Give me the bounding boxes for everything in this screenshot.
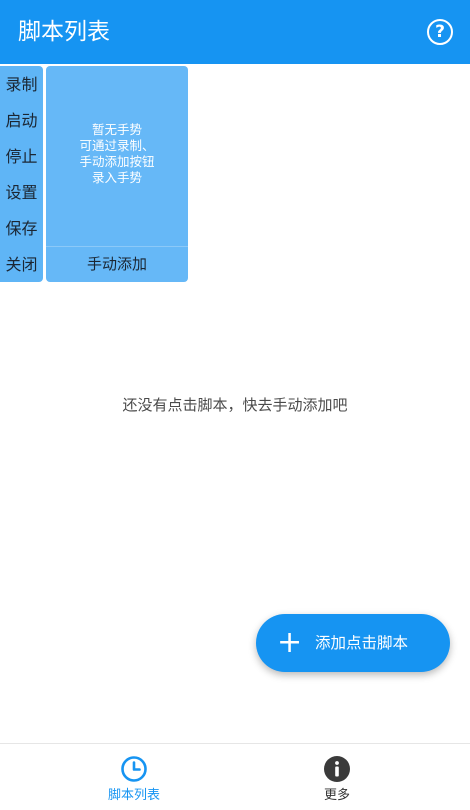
gesture-list-card: 暂无手势 可通过录制、 手动添加按钮 录入手势 手动添加 xyxy=(46,66,188,282)
add-click-script-button[interactable]: + 添加点击脚本 xyxy=(256,614,450,672)
info-icon xyxy=(324,756,350,782)
gesture-empty-message: 暂无手势 可通过录制、 手动添加按钮 录入手势 xyxy=(46,122,188,186)
empty-state-text: 还没有点击脚本，快去手动添加吧 xyxy=(122,396,348,414)
save-button[interactable]: 保存 xyxy=(0,211,43,247)
app-bar: 脚本列表 ? xyxy=(0,0,470,64)
nav-label: 更多 xyxy=(323,788,350,803)
page-title: 脚本列表 xyxy=(18,19,110,45)
gesture-empty-line: 手动添加按钮 xyxy=(79,154,155,169)
screen: 脚本列表 ? 录制 启动 停止 设置 保存 关闭 暂无手势 可通过录制、 手动添… xyxy=(0,0,470,810)
nav-item-script-list[interactable]: 脚本列表 xyxy=(84,744,184,810)
gesture-empty-line: 暂无手势 xyxy=(91,122,142,137)
help-icon[interactable]: ? xyxy=(427,19,453,45)
plus-icon: + xyxy=(277,625,303,660)
clock-icon xyxy=(121,756,147,782)
record-button[interactable]: 录制 xyxy=(0,67,43,103)
close-button[interactable]: 关闭 xyxy=(0,247,43,283)
nav-label: 脚本列表 xyxy=(107,788,160,803)
nav-item-more[interactable]: 更多 xyxy=(287,744,387,810)
settings-button[interactable]: 设置 xyxy=(0,175,43,211)
side-menu: 录制 启动 停止 设置 保存 关闭 xyxy=(0,66,43,282)
stop-button[interactable]: 停止 xyxy=(0,139,43,175)
bottom-navigation: 脚本列表 更多 xyxy=(0,743,470,810)
floating-control-panel: 录制 启动 停止 设置 保存 关闭 暂无手势 可通过录制、 手动添加按钮 录入手… xyxy=(0,66,188,282)
start-button[interactable]: 启动 xyxy=(0,103,43,139)
manual-add-button[interactable]: 手动添加 xyxy=(46,247,188,282)
fab-label: 添加点击脚本 xyxy=(315,634,409,652)
gesture-empty-line: 可通过录制、 xyxy=(79,138,155,153)
gesture-empty-line: 录入手势 xyxy=(91,170,142,185)
